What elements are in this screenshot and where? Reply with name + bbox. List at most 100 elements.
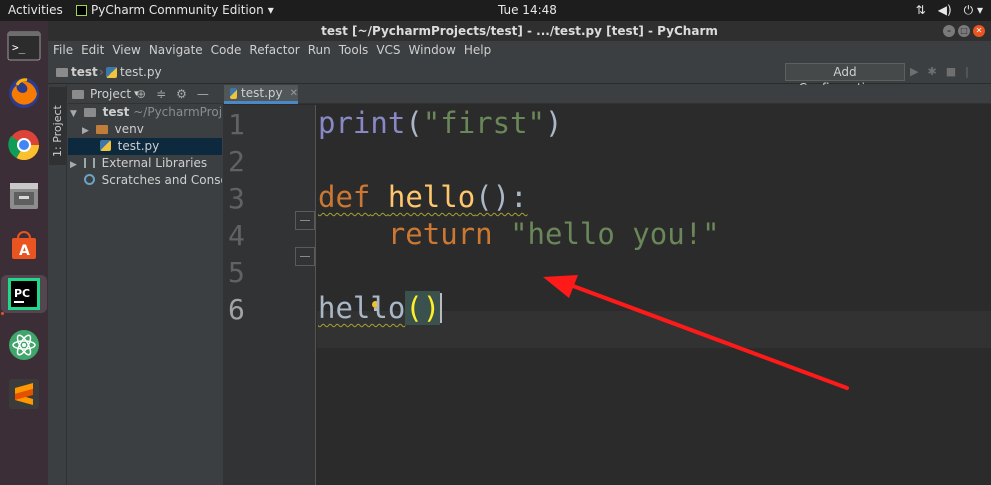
add-configuration-button[interactable]: Add Configuration... bbox=[785, 63, 905, 95]
dock-atom[interactable] bbox=[5, 326, 43, 364]
menu-help[interactable]: Help bbox=[464, 41, 491, 60]
folder-icon bbox=[83, 108, 96, 117]
paren: ) bbox=[545, 106, 563, 140]
signature: (): bbox=[475, 180, 528, 214]
menu-view[interactable]: View bbox=[112, 41, 140, 60]
software-bag-icon: A bbox=[12, 231, 36, 259]
string-literal: "hello you!" bbox=[510, 217, 720, 251]
breadcrumb-file[interactable]: test.py bbox=[106, 65, 162, 79]
project-panel-header: Project ▾ ⊕ ≑ ⚙ — bbox=[68, 85, 222, 104]
project-panel: Project ▾ ⊕ ≑ ⚙ — ▼ test ~/PycharmProjec… bbox=[68, 85, 222, 485]
menu-refactor[interactable]: Refactor bbox=[249, 41, 299, 60]
activities-button[interactable]: Activities bbox=[8, 3, 63, 17]
code-line-6[interactable]: hello() bbox=[318, 291, 443, 325]
tab-test-py[interactable]: test.py ✕ bbox=[224, 85, 298, 104]
code-editor: test.py ✕ 1 2 3 4 5 6 print("first") def… bbox=[223, 85, 991, 485]
project-tool-tab-label: 1: Project bbox=[51, 105, 64, 157]
app-menu[interactable]: PyCharm Community Edition ▾ bbox=[76, 3, 274, 17]
pycharm-small-icon bbox=[76, 4, 87, 16]
tab-label: test.py bbox=[241, 86, 283, 100]
system-tray[interactable]: ⇅ ◀) ⏻ ▾ bbox=[916, 3, 983, 18]
tree-item-venv[interactable]: ▶ venv bbox=[68, 121, 222, 138]
dock-pycharm[interactable]: PC bbox=[1, 275, 47, 313]
window-controls: – □ ✕ bbox=[943, 25, 985, 37]
code-line-4[interactable]: return "hello you!" bbox=[318, 217, 720, 251]
tree-item-scratches[interactable]: Scratches and Consoles bbox=[68, 172, 222, 189]
function-name: hello bbox=[387, 180, 476, 214]
line-number-gutter[interactable]: 1 2 3 4 5 6 bbox=[223, 105, 316, 485]
window-title-bar[interactable]: test [~/PycharmProjects/test] - .../test… bbox=[48, 21, 991, 41]
debug-icon[interactable]: ✱ bbox=[927, 65, 936, 78]
menu-run[interactable]: Run bbox=[308, 41, 331, 60]
code-line-3[interactable]: def hello(): bbox=[318, 180, 528, 214]
keyword-return: return bbox=[387, 217, 493, 251]
run-toolbar: ▶ ✱ ■ | bbox=[910, 65, 969, 78]
menu-code[interactable]: Code bbox=[211, 41, 242, 60]
chevron-down-icon: ▾ bbox=[267, 3, 274, 17]
menu-tools[interactable]: Tools bbox=[339, 41, 369, 60]
scratches-icon bbox=[83, 174, 95, 185]
menu-navigate[interactable]: Navigate bbox=[149, 41, 203, 60]
launcher-dock: >_ A PC bbox=[0, 21, 48, 485]
keyword-def: def bbox=[318, 180, 371, 214]
files-icon bbox=[10, 183, 38, 209]
menu-vcs[interactable]: VCS bbox=[376, 41, 400, 60]
line-number: 2 bbox=[228, 145, 245, 178]
editor-tabs: test.py ✕ bbox=[223, 85, 991, 104]
folder-icon bbox=[56, 67, 68, 77]
navigation-bar: test › test.py Add Configuration... ▶ ✱ … bbox=[48, 60, 991, 95]
breadcrumb-project[interactable]: test bbox=[56, 65, 98, 79]
power-icon[interactable]: ⏻ ▾ bbox=[964, 3, 983, 18]
file-label: test.py bbox=[117, 139, 160, 153]
project-view-selector[interactable]: Project ▾ bbox=[72, 87, 139, 101]
gear-icon[interactable]: ⚙ bbox=[176, 87, 187, 101]
terminal-icon: >_ bbox=[7, 31, 41, 61]
maximize-button[interactable]: □ bbox=[958, 25, 970, 37]
menu-window[interactable]: Window bbox=[409, 41, 456, 60]
project-header-label: Project bbox=[90, 87, 132, 101]
scratches-label: Scratches and Consoles bbox=[101, 173, 222, 187]
menu-edit[interactable]: Edit bbox=[81, 41, 104, 60]
dock-software-center[interactable]: A bbox=[5, 226, 43, 264]
code-line-1[interactable]: print("first") bbox=[318, 106, 562, 140]
locate-icon[interactable]: ⊕ bbox=[136, 87, 146, 101]
tree-item-test-py[interactable]: test.py bbox=[68, 138, 222, 155]
window-title: test [~/PycharmProjects/test] - .../test… bbox=[321, 24, 718, 38]
root-path: ~/PycharmProject bbox=[133, 105, 222, 119]
root-name: test bbox=[102, 105, 130, 119]
fold-marker-icon[interactable] bbox=[295, 247, 315, 266]
clock[interactable]: Tue 14:48 bbox=[498, 3, 557, 17]
library-icon bbox=[83, 158, 95, 168]
menu-bar: File Edit View Navigate Code Refactor Ru… bbox=[48, 41, 991, 60]
system-top-bar: Activities PyCharm Community Edition ▾ T… bbox=[0, 0, 991, 21]
atom-icon bbox=[9, 330, 39, 360]
dock-terminal[interactable]: >_ bbox=[5, 27, 43, 65]
project-tool-tab[interactable]: 1: Project bbox=[49, 87, 66, 165]
menu-file[interactable]: File bbox=[53, 41, 73, 60]
line-number: 5 bbox=[228, 256, 245, 289]
dock-files[interactable] bbox=[5, 176, 43, 214]
hide-icon[interactable]: — bbox=[197, 87, 209, 101]
collapse-all-icon[interactable]: ≑ bbox=[156, 87, 166, 101]
close-button[interactable]: ✕ bbox=[973, 25, 985, 37]
project-panel-tools: ⊕ ≑ ⚙ — bbox=[136, 87, 209, 101]
venv-label: venv bbox=[114, 122, 144, 136]
dock-chrome[interactable] bbox=[5, 126, 43, 164]
svg-text:A: A bbox=[19, 243, 30, 259]
volume-icon[interactable]: ◀) bbox=[938, 3, 952, 18]
dock-firefox[interactable] bbox=[5, 74, 43, 112]
minimize-button[interactable]: – bbox=[943, 25, 955, 37]
tree-item-root[interactable]: ▼ test ~/PycharmProject bbox=[68, 104, 222, 121]
dock-sublime[interactable] bbox=[5, 375, 43, 413]
app-menu-label: PyCharm Community Edition bbox=[91, 3, 264, 17]
stop-icon[interactable]: ■ bbox=[946, 65, 956, 78]
fold-marker-icon[interactable] bbox=[295, 211, 315, 230]
tree-item-external-libraries[interactable]: ▶ External Libraries bbox=[68, 155, 222, 172]
matched-parens: () bbox=[405, 291, 441, 325]
run-icon[interactable]: ▶ bbox=[910, 65, 918, 78]
breadcrumb-project-label: test bbox=[71, 65, 98, 79]
close-tab-icon[interactable]: ✕ bbox=[290, 88, 298, 99]
active-indicator bbox=[1, 312, 4, 315]
left-tool-stripe: 1: Project bbox=[48, 85, 67, 485]
network-icon[interactable]: ⇅ bbox=[916, 3, 926, 18]
